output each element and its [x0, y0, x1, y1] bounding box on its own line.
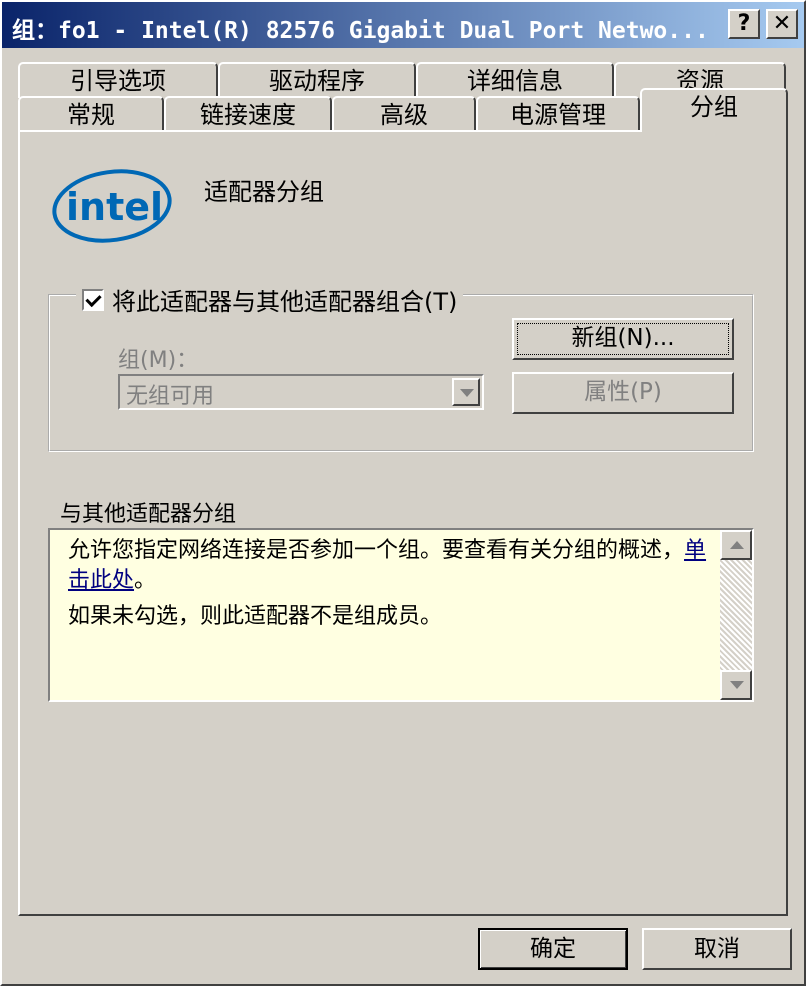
- team-checkbox-label: 将此适配器与其他适配器组合(T): [112, 288, 458, 316]
- tab-advanced[interactable]: 高级: [332, 96, 476, 132]
- chevron-down-icon[interactable]: [452, 378, 480, 406]
- new-team-button[interactable]: 新组(N)...: [512, 318, 734, 360]
- tab-general[interactable]: 常规: [18, 96, 164, 132]
- team-select[interactable]: 无组可用: [118, 374, 484, 410]
- dialog-window: 组：fo1 - Intel(R) 82576 Gigabit Dual Port…: [0, 0, 806, 986]
- tab-power-management[interactable]: 电源管理: [476, 96, 640, 132]
- scroll-up-icon[interactable]: [720, 530, 752, 560]
- tab-boot-options[interactable]: 引导选项: [18, 62, 218, 98]
- tab-driver[interactable]: 驱动程序: [218, 62, 416, 98]
- page-heading: 适配器分组: [204, 178, 324, 206]
- description-scrollbar[interactable]: [720, 530, 752, 700]
- cancel-button[interactable]: 取消: [642, 928, 792, 970]
- tab-details[interactable]: 详细信息: [416, 62, 614, 98]
- team-checkbox[interactable]: [82, 288, 104, 311]
- team-select-value: 无组可用: [126, 384, 215, 409]
- description-text: 允许您指定网络连接是否参加一个组。要查看有关分组的概述，单击此处。 如果未勾选，…: [68, 536, 708, 638]
- window-title: 组：fo1 - Intel(R) 82576 Gigabit Dual Port…: [12, 18, 709, 44]
- scroll-down-icon[interactable]: [720, 670, 752, 700]
- close-button[interactable]: ✕: [766, 9, 798, 39]
- ok-button[interactable]: 确定: [478, 928, 628, 970]
- intel-logo-text: intel: [66, 185, 163, 229]
- description-heading: 与其他适配器分组: [60, 502, 237, 527]
- title-bar[interactable]: 组：fo1 - Intel(R) 82576 Gigabit Dual Port…: [2, 2, 804, 48]
- description-box: 允许您指定网络连接是否参加一个组。要查看有关分组的概述，单击此处。 如果未勾选，…: [48, 528, 754, 702]
- intel-logo: intel: [52, 169, 172, 243]
- description-line2: 如果未勾选，则此适配器不是组成员。: [68, 604, 443, 629]
- tab-link-speed[interactable]: 链接速度: [164, 96, 332, 132]
- description-line1: 允许您指定网络连接是否参加一个组。要查看有关分组的概述，: [68, 538, 685, 563]
- help-button[interactable]: ?: [728, 9, 760, 39]
- properties-button[interactable]: 属性(P): [512, 372, 734, 414]
- description-line1-end: 。: [134, 568, 157, 593]
- team-label: 组(M)：: [118, 348, 199, 373]
- team-checkbox-row[interactable]: 将此适配器与其他适配器组合(T): [76, 282, 464, 317]
- tab-teaming[interactable]: 分组: [640, 88, 788, 132]
